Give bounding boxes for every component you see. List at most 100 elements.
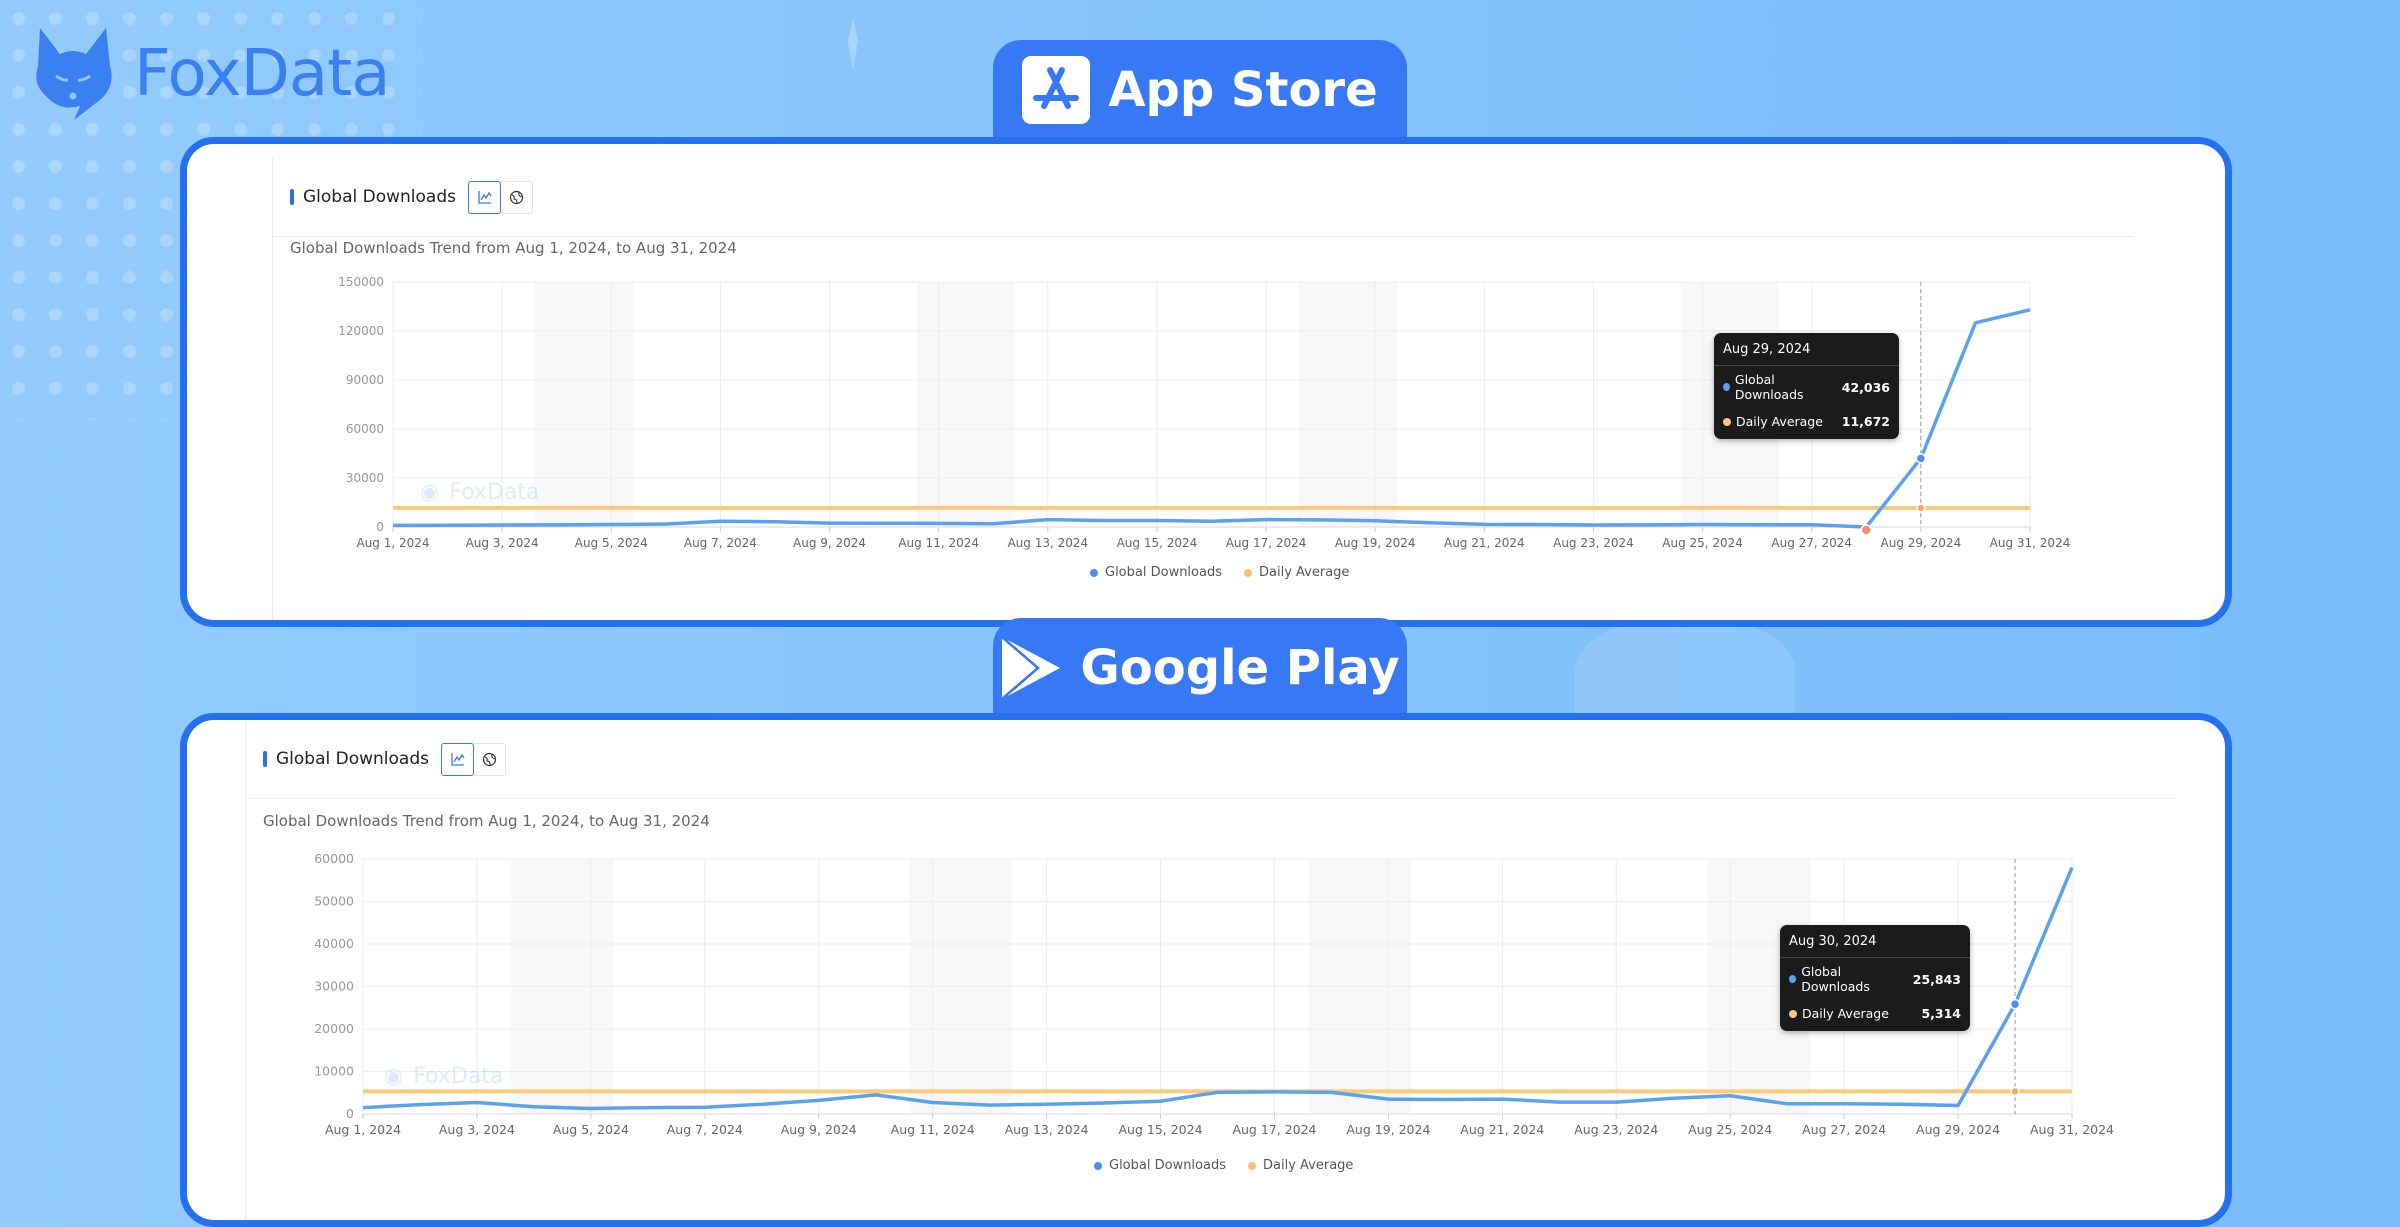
chart-watermark: ◉ FoxData xyxy=(420,480,539,505)
x-tick-label: Aug 27, 2024 xyxy=(1771,536,1852,550)
x-tick-label: Aug 7, 2024 xyxy=(667,1122,743,1137)
daily-average-dot-icon xyxy=(1789,1009,1797,1018)
tooltip-value: 42,036 xyxy=(1841,379,1890,395)
chart-legend: Global Downloads Daily Average xyxy=(1094,1158,1353,1173)
tooltip-label: Global Downloads xyxy=(1801,964,1870,994)
app-store-tab: App Store xyxy=(993,40,1407,140)
tooltip-date: Aug 29, 2024 xyxy=(1714,333,1899,366)
x-tick-label: Aug 17, 2024 xyxy=(1232,1122,1316,1137)
app-store-panel: Global Downloads Global Downloads Trend … xyxy=(180,137,2232,627)
y-tick-label: 60000 xyxy=(346,422,384,436)
y-tick-label: 40000 xyxy=(314,936,354,951)
legend-label: Global Downloads xyxy=(1109,1158,1226,1173)
hover-point-daily-average xyxy=(1916,503,1926,513)
x-tick-label: Aug 15, 2024 xyxy=(1119,1122,1203,1137)
y-tick-label: 20000 xyxy=(314,1021,354,1036)
tooltip-label: Global Downloads xyxy=(1734,372,1804,402)
y-tick-label: 0 xyxy=(376,520,384,534)
x-tick-label: Aug 9, 2024 xyxy=(793,536,866,550)
app-store-downloads-chart: 0 30000 60000 90000 120000 150000 Aug 1, 2024 A… xyxy=(338,275,2071,550)
app-store-tab-label: App Store xyxy=(1108,62,1378,118)
legend-item-daily-average[interactable]: Daily Average xyxy=(1244,565,1349,580)
tooltip-value: 5,314 xyxy=(1921,1006,1961,1021)
tooltip-label: Daily Average xyxy=(1802,1006,1889,1021)
x-tick-label: Aug 5, 2024 xyxy=(575,536,648,550)
brand-logo: FoxData xyxy=(30,26,390,122)
x-tick-label: Aug 25, 2024 xyxy=(1688,1122,1772,1137)
background-arch xyxy=(1575,615,1795,725)
tooltip-value: 11,672 xyxy=(1841,414,1890,429)
x-tick-label: Aug 31, 2024 xyxy=(1990,536,2071,550)
watermark-fox-icon: ◉ xyxy=(384,1064,404,1089)
y-tick-label: 60000 xyxy=(314,851,354,866)
y-tick-label: 150000 xyxy=(338,275,384,289)
downloads-dot-icon xyxy=(1723,383,1730,391)
x-tick-label: Aug 23, 2024 xyxy=(1553,536,1634,550)
x-tick-label: Aug 3, 2024 xyxy=(439,1122,515,1137)
x-tick-label: Aug 29, 2024 xyxy=(1916,1122,2000,1137)
x-tick-label: Aug 1, 2024 xyxy=(356,536,429,550)
brand-name: FoxData xyxy=(134,37,390,111)
hover-point-daily-average xyxy=(2010,1086,2020,1097)
chart-tooltip: Aug 29, 2024 Global Downloads 42,036 Dai… xyxy=(1714,333,1899,439)
tooltip-value: 25,843 xyxy=(1912,971,1961,987)
legend-label: Global Downloads xyxy=(1105,565,1222,580)
legend-item-daily-average[interactable]: Daily Average xyxy=(1248,1158,1353,1173)
y-tick-label: 30000 xyxy=(346,471,384,485)
google-play-panel: Global Downloads Global Downloads Trend … xyxy=(180,713,2232,1227)
tooltip-row-daily-average: Daily Average 5,314 xyxy=(1780,1000,1970,1031)
tooltip-label: Daily Average xyxy=(1736,414,1823,429)
x-tick-label: Aug 15, 2024 xyxy=(1117,536,1198,550)
y-tick-label: 0 xyxy=(346,1106,354,1121)
tooltip-row-downloads: Global Downloads 42,036 xyxy=(1714,366,1899,408)
weekend-shading xyxy=(534,282,634,527)
tooltip-row-downloads: Global Downloads 25,843 xyxy=(1780,958,1970,1000)
tooltip-date: Aug 30, 2024 xyxy=(1780,925,1970,958)
legend-dot-icon xyxy=(1244,568,1252,577)
x-tick-label: Aug 13, 2024 xyxy=(1005,1122,1089,1137)
x-tick-label: Aug 31, 2024 xyxy=(2030,1122,2114,1137)
app-store-icon xyxy=(1022,56,1091,124)
x-tick-label: Aug 11, 2024 xyxy=(891,1122,975,1137)
min-point-marker xyxy=(1860,524,1873,536)
downloads-dot-icon xyxy=(1789,975,1797,983)
legend-dot-icon xyxy=(1248,1161,1256,1170)
legend-item-downloads[interactable]: Global Downloads xyxy=(1094,1158,1226,1173)
x-tick-label: Aug 21, 2024 xyxy=(1460,1122,1544,1137)
weekend-shading xyxy=(1298,282,1398,527)
y-tick-label: 90000 xyxy=(346,373,384,387)
x-tick-label: Aug 9, 2024 xyxy=(781,1122,857,1137)
legend-item-downloads[interactable]: Global Downloads xyxy=(1090,565,1222,580)
x-tick-label: Aug 7, 2024 xyxy=(684,536,757,550)
weekend-shading xyxy=(916,282,1016,527)
google-play-tab: Google Play xyxy=(993,618,1407,718)
x-tick-label: Aug 29, 2024 xyxy=(1881,536,1962,550)
google-play-icon xyxy=(1001,636,1061,700)
legend-label: Daily Average xyxy=(1259,565,1350,580)
x-tick-label: Aug 23, 2024 xyxy=(1574,1122,1658,1137)
y-tick-label: 30000 xyxy=(314,979,354,994)
chart-tooltip: Aug 30, 2024 Global Downloads 25,843 Dai… xyxy=(1780,925,1970,1031)
x-tick-label: Aug 19, 2024 xyxy=(1346,1122,1430,1137)
x-tick-label: Aug 13, 2024 xyxy=(1007,536,1088,550)
x-tick-label: Aug 11, 2024 xyxy=(898,536,979,550)
x-tick-label: Aug 3, 2024 xyxy=(466,536,539,550)
x-tick-label: Aug 1, 2024 xyxy=(325,1122,401,1137)
background-sparkle xyxy=(847,18,859,70)
legend-label: Daily Average xyxy=(1263,1158,1354,1173)
hover-point-downloads xyxy=(2009,998,2021,1010)
chart-watermark: ◉ FoxData xyxy=(384,1064,503,1089)
daily-average-dot-icon xyxy=(1723,417,1731,426)
hover-point-downloads xyxy=(1915,453,1927,464)
y-tick-label: 50000 xyxy=(314,894,354,909)
x-tick-label: Aug 5, 2024 xyxy=(553,1122,629,1137)
legend-dot-icon xyxy=(1090,568,1098,577)
y-tick-label: 10000 xyxy=(314,1064,354,1079)
fox-logo-icon xyxy=(36,28,112,120)
x-tick-label: Aug 25, 2024 xyxy=(1662,536,1743,550)
x-tick-label: Aug 17, 2024 xyxy=(1226,536,1307,550)
y-tick-label: 120000 xyxy=(338,324,384,338)
x-tick-label: Aug 27, 2024 xyxy=(1802,1122,1886,1137)
watermark-text: FoxData xyxy=(449,480,540,505)
watermark-fox-icon: ◉ xyxy=(420,480,440,505)
